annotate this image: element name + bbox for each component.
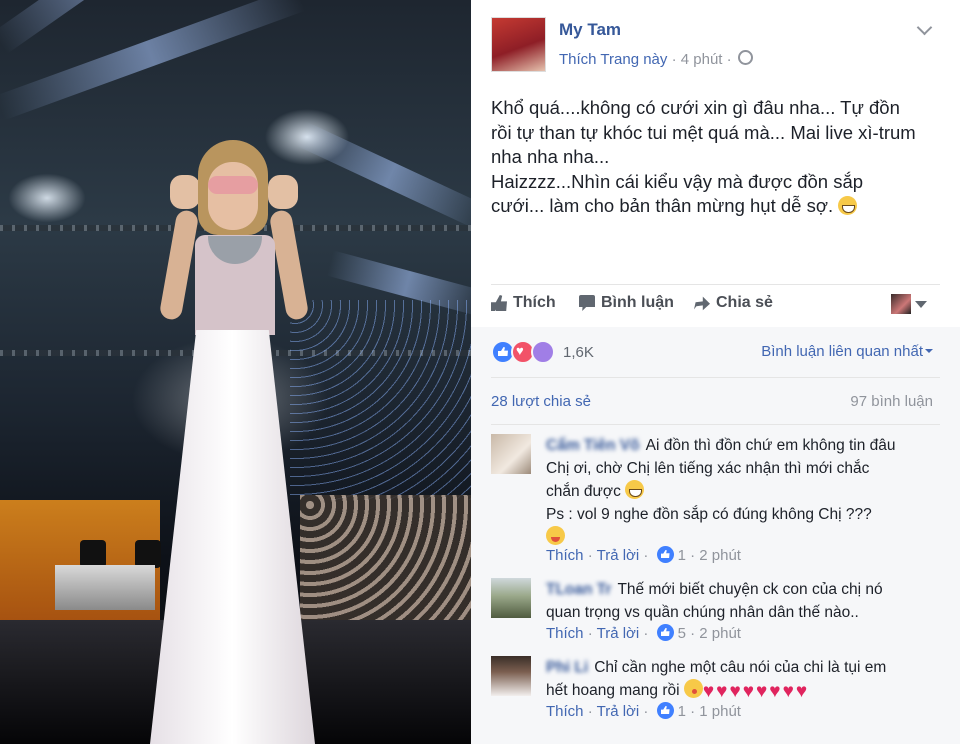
singer-figure (150, 140, 315, 744)
meta-separator: · (671, 51, 677, 68)
comment-timestamp[interactable]: 2 phút (699, 625, 741, 642)
comment-count-link[interactable]: 97 bình luận (850, 393, 933, 410)
share-label: Chia sẻ (716, 294, 773, 311)
like-page-link[interactable]: Thích Trang này (559, 51, 667, 68)
post-meta: Thích Trang này · 4 phút · (559, 50, 753, 68)
post-actions: Thích Bình luận Chia sẻ (491, 292, 940, 316)
comment-line: chắn được (546, 483, 621, 500)
comment-text: Phi Li Chỉ cần nghe một câu nói của chi l… (546, 656, 946, 702)
viewer-avatar[interactable] (891, 294, 911, 314)
post-body-line: rồi tự than tự khóc tui mệt quá mà... Ma… (491, 121, 916, 143)
grinning-squinting-face-icon (838, 196, 858, 215)
share-arrow-icon (694, 296, 710, 311)
comment-actions: Thích · Trả lời · 5 · 2 phút (546, 624, 741, 642)
comment-sort-dropdown[interactable]: Bình luận liên quan nhất (761, 343, 933, 360)
like-label: Thích (513, 294, 556, 311)
divider (491, 377, 940, 378)
thumbs-up-icon (491, 295, 507, 311)
comment-line: Chị ơi, chờ Chị lên tiếng xác nhận thì m… (546, 460, 870, 477)
post-body-line: Khổ quá....không có cưới xin gì đâu nha.… (491, 97, 900, 118)
judge-chair (80, 540, 106, 568)
commenter-avatar[interactable] (491, 578, 531, 618)
audience (300, 495, 471, 635)
post-panel: My Tam Thích Trang này · 4 phút · Khổ qu… (471, 0, 960, 744)
like-reaction-icon (656, 624, 674, 641)
chevron-down-icon[interactable] (916, 19, 933, 36)
heart-icon: ♥ (702, 681, 715, 702)
share-button[interactable]: Chia sẻ (694, 294, 773, 312)
comment-like-count[interactable]: 1 (678, 703, 686, 720)
comment-sort-label: Bình luận liên quan nhất (761, 343, 923, 360)
heart-icon: ♥ (782, 681, 794, 702)
comment-line: Ai đồn thì đồn chứ em không tin đâu (645, 437, 896, 454)
comment-actions: Thích · Trả lời · 1 · 2 phút (546, 546, 741, 564)
post-photo[interactable] (0, 0, 471, 744)
share-count-link[interactable]: 28 lượt chia sẻ (491, 393, 591, 410)
meta-separator: · (726, 51, 732, 68)
comment-reply-link[interactable]: Trả lời (597, 547, 640, 564)
page-avatar[interactable] (491, 17, 546, 72)
heart-icon: ♥ (716, 681, 728, 702)
comment-timestamp[interactable]: 2 phút (699, 547, 741, 564)
post-body-line: Haizzzz...Nhìn cái kiểu vậy mà được đồn … (491, 170, 864, 192)
comment-line: hết hoang mang rồi (546, 682, 680, 699)
grinning-squinting-face-icon (625, 480, 645, 499)
wow-reaction-icon (531, 340, 555, 364)
post-body-line: cưới... làm cho bản thân mừng hụt dễ sợ. (491, 195, 834, 216)
star-backdrop (290, 300, 471, 500)
commenter-name[interactable]: TLoan Tr (546, 581, 611, 598)
heart-icon: ♥ (742, 681, 755, 702)
commenter-name[interactable]: Cẩm Tiên Võ (546, 437, 640, 454)
comment-label: Bình luận (601, 294, 674, 311)
comment-reply-link[interactable]: Trả lời (597, 625, 640, 642)
comment-line: Ps : vol 9 nghe đồn sắp có đúng không Ch… (546, 506, 872, 523)
comment-icon (579, 295, 595, 311)
like-reaction-icon (656, 702, 674, 719)
comment-timestamp[interactable]: 1 phút (699, 703, 741, 720)
post-timestamp[interactable]: 4 phút (681, 51, 723, 68)
comment-line: Chỉ cần nghe một câu nói của chi là tụi … (594, 659, 887, 676)
caret-down-icon[interactable] (915, 301, 927, 308)
divider (491, 284, 940, 285)
comment-actions: Thích · Trả lời · 1 · 1 phút (546, 702, 741, 720)
comment-text: Cẩm Tiên Võ Ai đồn thì đồn chứ em không t… (546, 434, 946, 549)
heart-icon: ♥ (769, 681, 781, 702)
comment-button[interactable]: Bình luận (579, 294, 674, 312)
comment-like-count[interactable]: 5 (678, 625, 686, 642)
judge-desk (55, 565, 155, 610)
like-reaction-icon (656, 546, 674, 563)
comment-line: quan trọng vs quần chúng nhân dân thế nà… (546, 604, 859, 621)
comment-like-count[interactable]: 1 (678, 547, 686, 564)
commenter-avatar[interactable] (491, 434, 531, 474)
winking-tongue-face-icon (546, 526, 565, 545)
author-name[interactable]: My Tam (559, 20, 621, 40)
comment-like-link[interactable]: Thích (546, 625, 584, 642)
divider (491, 424, 940, 425)
post-card: My Tam Thích Trang này · 4 phút · Khổ qu… (471, 0, 960, 744)
commenter-name[interactable]: Phi Li (546, 659, 588, 676)
kissing-face-icon (683, 679, 703, 698)
post-body: Khổ quá....không có cưới xin gì đâu nha.… (491, 96, 931, 219)
heart-icon: ♥ (756, 681, 768, 702)
stage-light-beam (294, 121, 471, 230)
reaction-count: 1,6K (563, 343, 594, 361)
like-button[interactable]: Thích (491, 294, 556, 312)
commenter-avatar[interactable] (491, 656, 531, 696)
comment-text: TLoan Tr Thế mới biết chuyện ck con của c… (546, 578, 946, 624)
reaction-summary[interactable]: 1,6K (491, 340, 594, 364)
comment-like-link[interactable]: Thích (546, 703, 584, 720)
caret-down-icon (925, 349, 933, 353)
globe-icon[interactable] (737, 50, 753, 65)
heart-icon: ♥ (795, 681, 808, 702)
heart-icon: ♥ (729, 681, 741, 702)
comment-line: Thế mới biết chuyện ck con của chị nó (617, 581, 883, 598)
comment-like-link[interactable]: Thích (546, 547, 584, 564)
post-body-line: nha nha nha... (491, 146, 610, 167)
comment-reply-link[interactable]: Trả lời (597, 703, 640, 720)
